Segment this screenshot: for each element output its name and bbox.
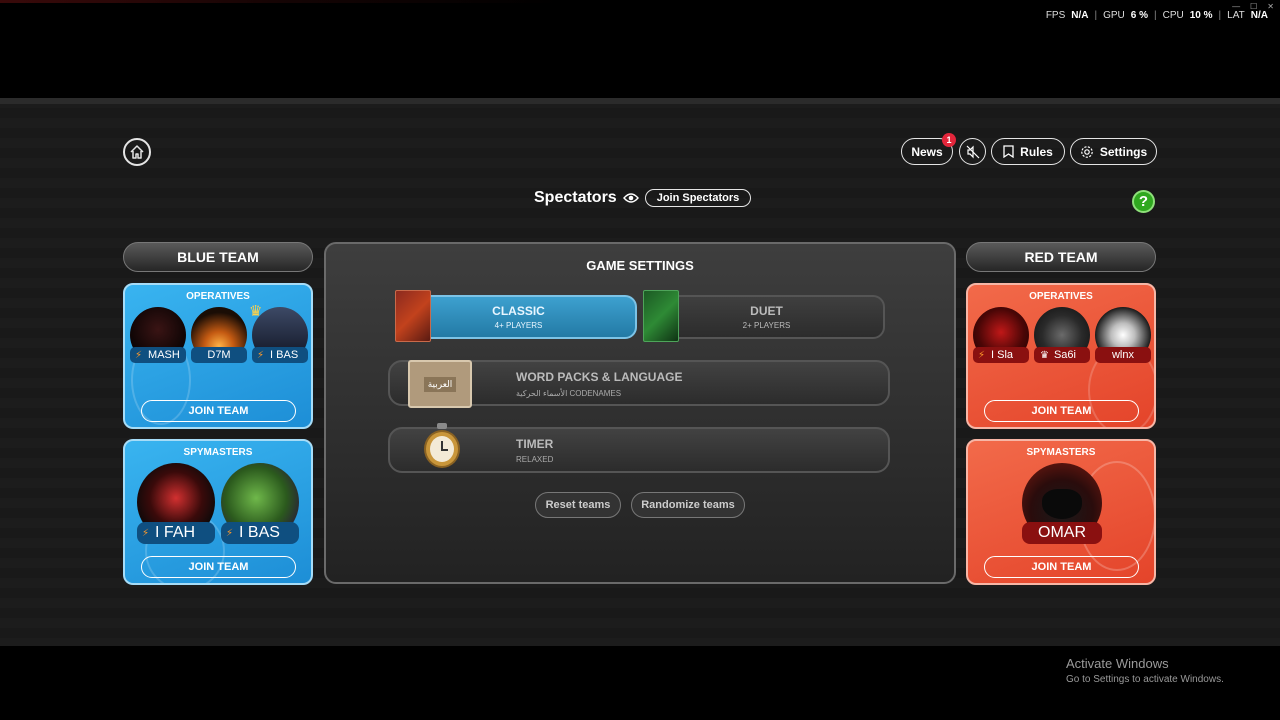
reset-teams-button[interactable]: Reset teams <box>535 492 621 518</box>
windows-activation-watermark: Activate Windows Go to Settings to activ… <box>1066 656 1224 685</box>
rules-label: Rules <box>1020 144 1053 159</box>
player-name-tag[interactable]: ⚡ MASH <box>130 347 186 363</box>
fps-value: N/A <box>1071 10 1089 21</box>
player-name-tag[interactable]: ⚡ I Sla <box>973 347 1029 363</box>
crown-icon: ♛ <box>249 303 263 320</box>
word-packs-sub: الأسماء الحركية CODENAMES <box>516 389 622 398</box>
mode-classic-button[interactable]: CLASSIC 4+ PLAYERS <box>400 295 637 339</box>
mute-icon <box>966 145 979 158</box>
window-accent <box>0 0 560 3</box>
player-name-tag[interactable]: wlnx <box>1095 347 1151 363</box>
blue-spymasters-card: SPYMASTERS ⚡ I FAH ⚡ I BAS JOIN TEAM <box>123 439 313 585</box>
join-red-spymasters-button[interactable]: JOIN TEAM <box>984 556 1139 578</box>
bolt-icon: ⚡ <box>226 527 234 539</box>
red-operatives-label: OPERATIVES <box>1029 291 1093 302</box>
timer-row[interactable]: TIMER RELAXED <box>388 423 890 473</box>
timer-sub: RELAXED <box>516 455 554 464</box>
classic-box-art <box>395 290 431 342</box>
performance-overlay: FPS N/A | GPU 6 % | CPU 10 % | LAT N/A <box>1045 10 1268 21</box>
join-blue-spymasters-button[interactable]: JOIN TEAM <box>141 556 296 578</box>
blue-team-header: BLUE TEAM <box>123 242 313 272</box>
player-name-tag[interactable]: ⚡ I BAS <box>221 522 299 544</box>
word-pack-box-art: العربية <box>408 360 472 408</box>
join-blue-operatives-button[interactable]: JOIN TEAM <box>141 400 296 422</box>
top-bar: — ☐ ✕ FPS N/A | GPU 6 % | CPU 10 % | LAT… <box>0 0 1280 98</box>
word-packs-row[interactable]: العربية WORD PACKS & LANGUAGE الأسماء ال… <box>388 360 890 408</box>
rules-button[interactable]: Rules <box>991 138 1065 165</box>
settings-button[interactable]: Settings <box>1070 138 1157 165</box>
cpu-label: CPU <box>1162 10 1184 21</box>
home-icon <box>130 145 144 159</box>
red-spymasters-label: SPYMASTERS <box>1026 447 1096 458</box>
join-red-operatives-button[interactable]: JOIN TEAM <box>984 400 1139 422</box>
blue-operatives-card: OPERATIVES ♛ ⚡ MASH D7M ⚡ I BAS JOIN TEAM <box>123 283 313 429</box>
eye-icon <box>622 193 639 203</box>
join-spectators-button[interactable]: Join Spectators <box>644 189 752 207</box>
lat-value: N/A <box>1250 10 1268 21</box>
gear-icon <box>1081 145 1093 158</box>
blue-operatives-label: OPERATIVES <box>186 291 250 302</box>
news-button[interactable]: News 1 <box>901 133 956 165</box>
home-button[interactable] <box>123 138 151 166</box>
game-settings-title: GAME SETTINGS <box>586 258 694 273</box>
red-spymasters-card: SPYMASTERS OMAR JOIN TEAM <box>966 439 1156 585</box>
mute-button[interactable] <box>959 138 986 165</box>
help-button[interactable]: ? <box>1132 190 1155 213</box>
lat-label: LAT <box>1227 10 1245 21</box>
spectators-bar: Spectators Join Spectators <box>534 189 752 207</box>
red-team-header: RED TEAM <box>966 242 1156 272</box>
player-name-tag[interactable]: ⚡ I FAH <box>137 522 215 544</box>
blue-spymasters-label: SPYMASTERS <box>183 447 253 458</box>
spectators-title: Spectators <box>534 189 617 206</box>
red-operatives-card: OPERATIVES ⚡ I Sla ♛ Sa6i wlnx JOIN TEAM <box>966 283 1156 429</box>
close-icon[interactable]: ✕ <box>1267 2 1274 11</box>
gpu-value: 6 % <box>1130 10 1149 21</box>
bolt-icon: ⚡ <box>135 349 143 361</box>
settings-label: Settings <box>1099 144 1148 159</box>
bolt-icon: ⚡ <box>257 349 265 361</box>
cpu-value: 10 % <box>1189 10 1213 21</box>
mode-duet-button[interactable]: DUET 2+ PLAYERS <box>648 295 885 339</box>
timer-title: TIMER <box>516 437 554 451</box>
word-packs-title: WORD PACKS & LANGUAGE <box>516 370 683 384</box>
mode-classic-sub: 4+ PLAYERS <box>494 321 543 330</box>
bookmark-icon <box>1003 145 1014 158</box>
player-name-tag[interactable]: ⚡ I BAS <box>252 347 308 363</box>
mode-duet-name: DUET <box>750 304 783 318</box>
bolt-icon: ⚡ <box>978 349 986 361</box>
stopwatch-icon <box>422 423 462 473</box>
gpu-label: GPU <box>1103 10 1125 21</box>
player-name-tag[interactable]: OMAR <box>1022 522 1102 544</box>
news-badge: 1 <box>942 133 956 147</box>
fps-label: FPS <box>1045 10 1066 21</box>
duet-box-art <box>643 290 679 342</box>
bolt-icon: ⚡ <box>142 527 150 539</box>
mode-duet-sub: 2+ PLAYERS <box>742 321 791 330</box>
news-label: News <box>911 144 943 159</box>
mode-classic-name: CLASSIC <box>492 304 545 318</box>
randomize-teams-button[interactable]: Randomize teams <box>631 492 745 518</box>
crown-icon: ♛ <box>1040 349 1049 361</box>
player-name-tag[interactable]: ♛ Sa6i <box>1034 347 1090 363</box>
player-name-tag[interactable]: D7M <box>191 347 247 363</box>
